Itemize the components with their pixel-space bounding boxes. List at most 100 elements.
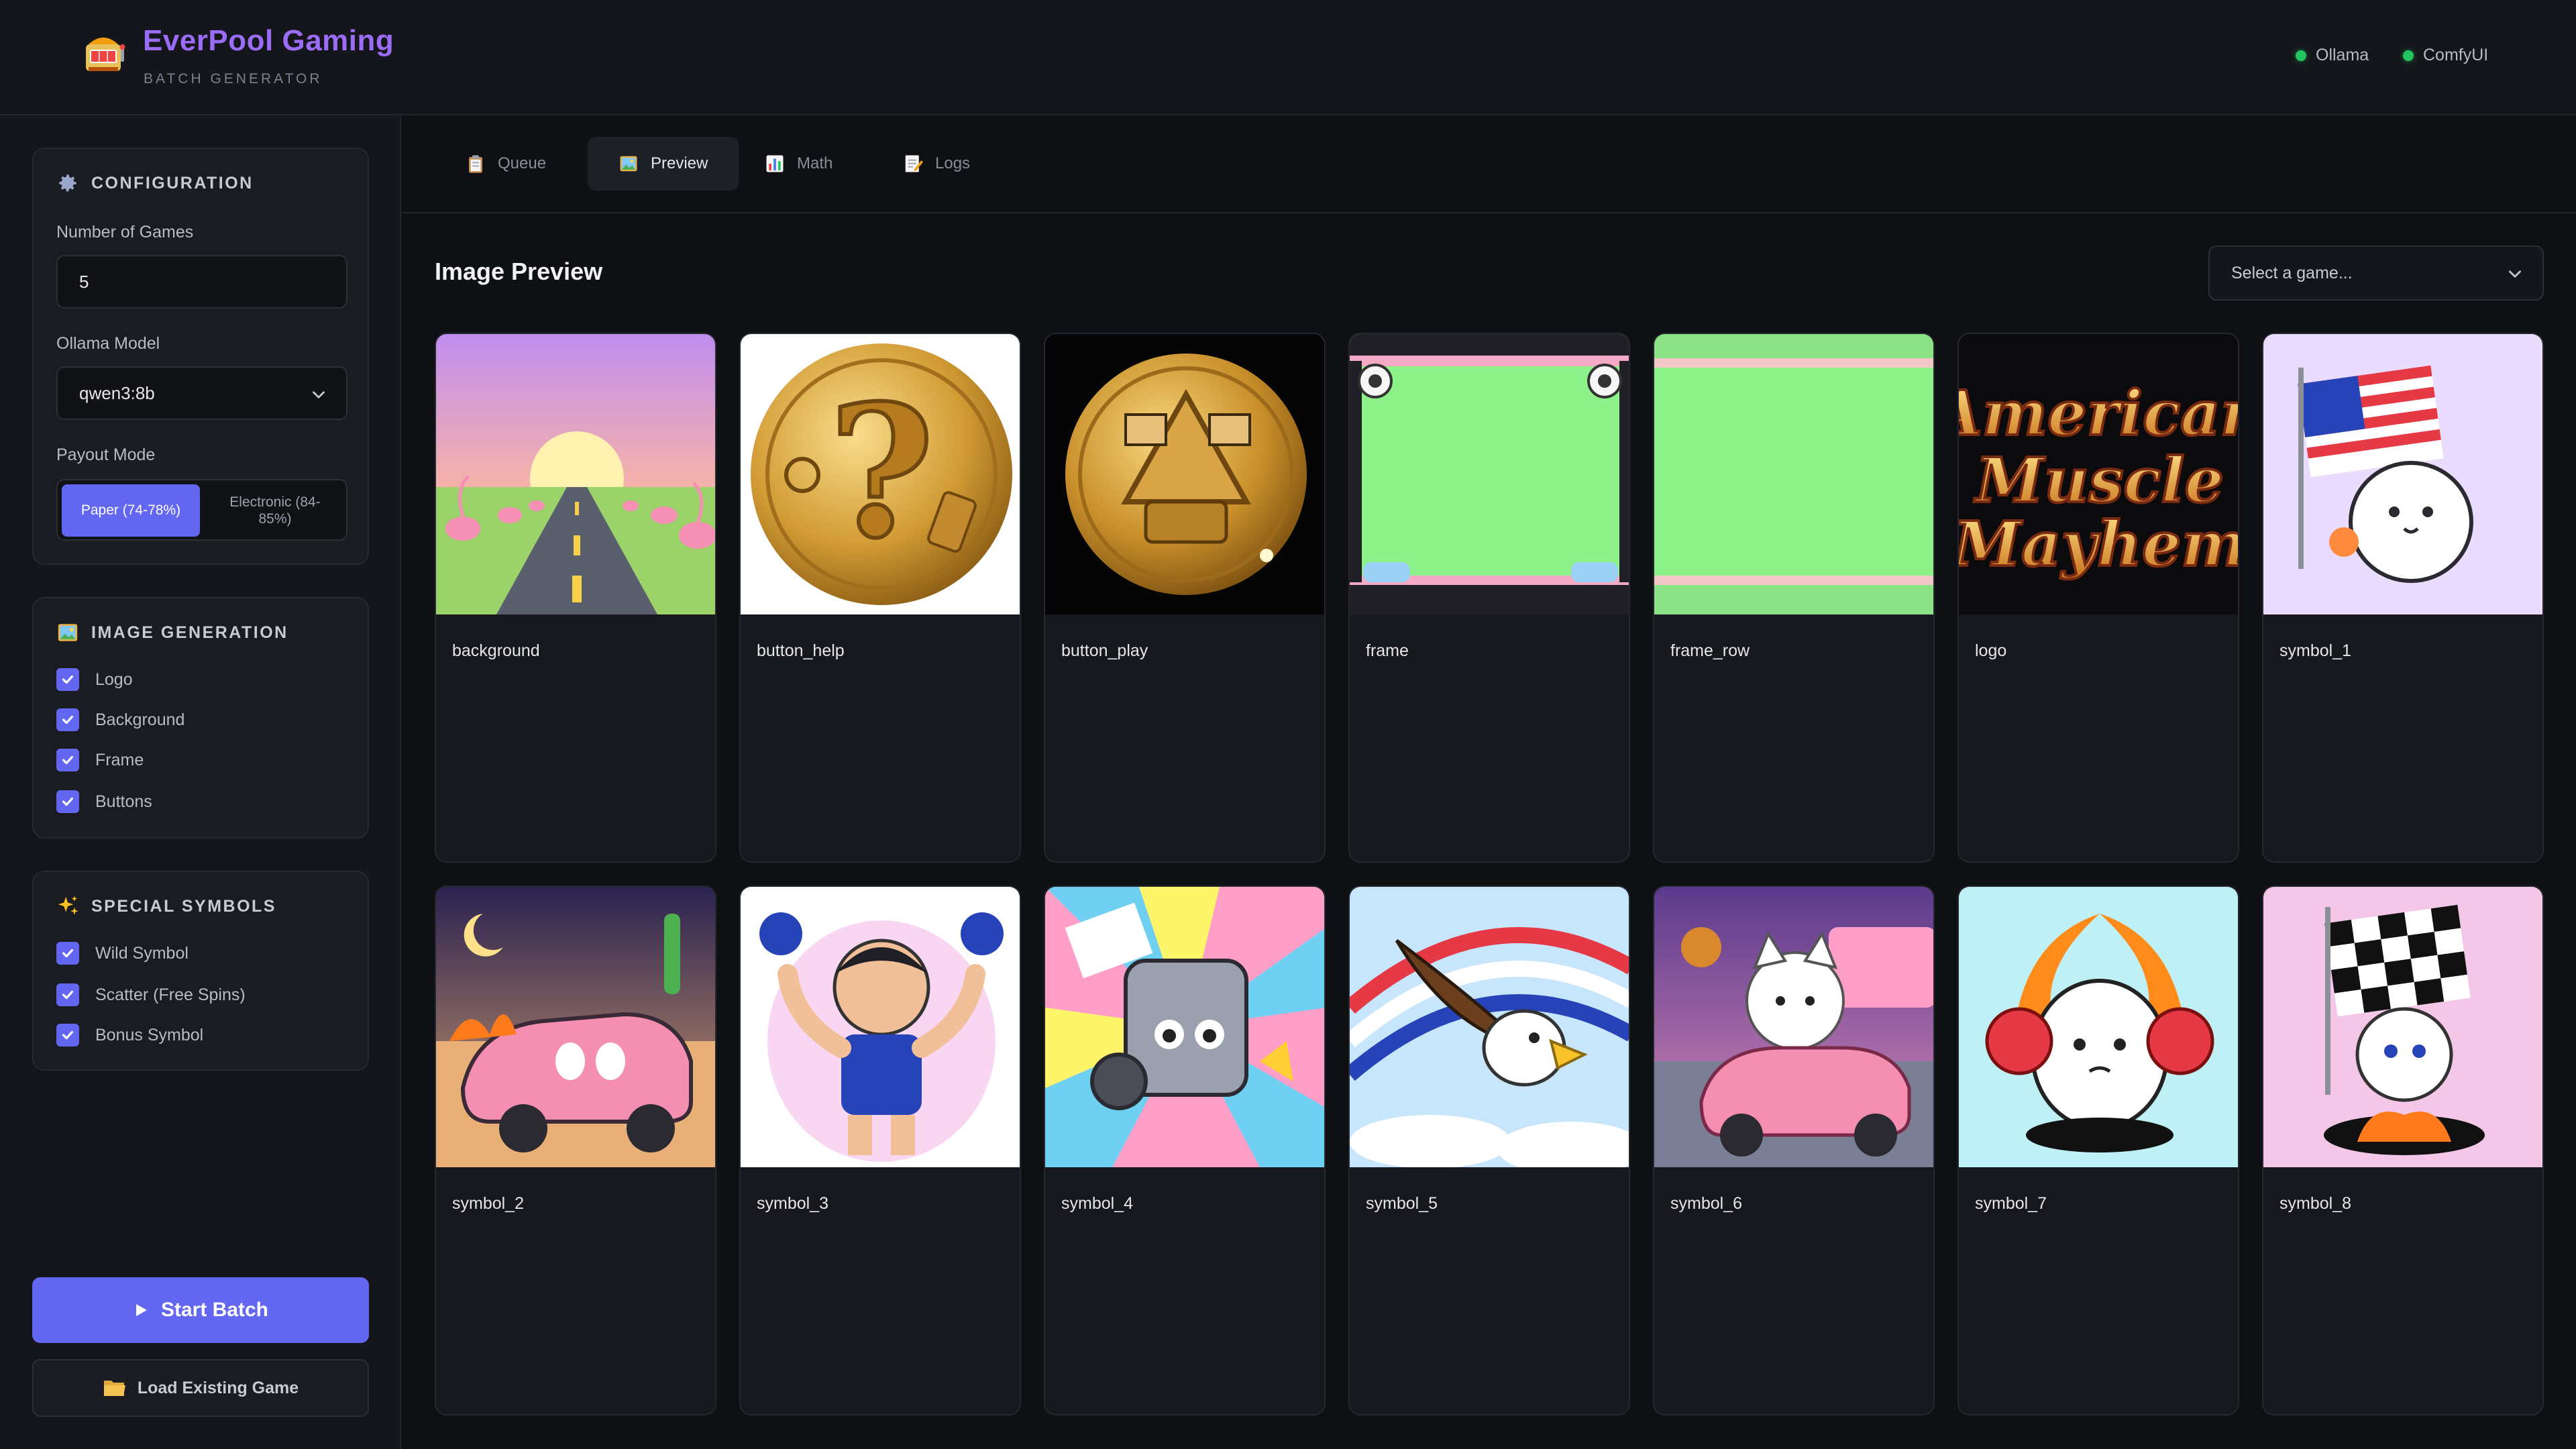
image-name: symbol_4 [1061, 1194, 1133, 1213]
image-name: background [452, 641, 540, 660]
status-ollama: Ollama [2296, 46, 2369, 65]
configuration-card: CONFIGURATION Number of Games 5 Ollama M… [32, 148, 369, 565]
checkbox-scatter[interactable]: Scatter (Free Spins) [56, 983, 246, 1006]
image-tile-background[interactable]: background [435, 333, 716, 863]
checkbox-label: Scatter (Free Spins) [95, 985, 246, 1004]
sidebar: CONFIGURATION Number of Games 5 Ollama M… [0, 115, 401, 1449]
checkbox-bonus-symbol[interactable]: Bonus Symbol [56, 1024, 203, 1046]
num-games-label: Number of Games [56, 223, 194, 241]
status-label: Ollama [2316, 46, 2369, 64]
image-tile-symbol-3[interactable]: symbol_3 [739, 885, 1021, 1415]
frame-row-image [1654, 334, 1933, 614]
tab-logs[interactable]: Logs [872, 137, 1001, 191]
image-tile-frame[interactable]: frame [1348, 333, 1630, 863]
image-tile-symbol-1[interactable]: symbol_1 [2262, 333, 2544, 863]
clipboard-icon [469, 155, 482, 173]
special-symbols-title-text: SPECIAL SYMBOLS [91, 896, 276, 916]
button-help-image: ? [741, 334, 1020, 614]
load-existing-game-label: Load Existing Game [137, 1378, 299, 1397]
image-name: button_play [1061, 641, 1148, 660]
image-name: symbol_2 [452, 1194, 524, 1213]
checkbox-checked-icon [56, 942, 79, 965]
model-label: Ollama Model [56, 334, 160, 353]
checkbox-logo[interactable]: Logo [56, 668, 133, 691]
checkbox-checked-icon [56, 749, 79, 771]
num-games-input[interactable]: 5 [56, 255, 347, 309]
picture-icon [58, 624, 78, 641]
background-image [436, 334, 715, 614]
brand-title: EverPool Gaming [143, 24, 394, 57]
image-name: frame_row [1670, 641, 1750, 660]
tab-label: Math [797, 154, 833, 172]
checkbox-checked-icon [56, 1024, 79, 1046]
image-tile-button-help[interactable]: ? button_help [739, 333, 1021, 863]
payout-paper-option[interactable]: Paper (74-78%) [62, 484, 200, 537]
tab-queue[interactable]: Queue [435, 137, 577, 191]
game-select[interactable]: Select a game... [2208, 246, 2544, 301]
image-tile-symbol-4[interactable]: symbol_4 [1044, 885, 1326, 1415]
image-tile-symbol-8[interactable]: symbol_8 [2262, 885, 2544, 1415]
status-comfyui: ComfyUI [2403, 46, 2488, 65]
tab-bar: Queue Preview Math Logs [402, 115, 2576, 213]
image-generation-title: IMAGE GENERATION [56, 621, 288, 644]
start-batch-label: Start Batch [160, 1299, 269, 1321]
gear-icon [59, 174, 76, 192]
symbol-3-image [741, 887, 1020, 1167]
logo-line-1: American [1959, 377, 2239, 449]
chevron-down-icon [2509, 270, 2521, 278]
image-name: symbol_3 [757, 1194, 828, 1213]
picture-icon [620, 156, 637, 172]
checkbox-label: Frame [95, 750, 144, 769]
image-tile-symbol-6[interactable]: symbol_6 [1653, 885, 1935, 1415]
slot-machine-icon [86, 38, 125, 71]
brand-subtitle: BATCH GENERATOR [144, 71, 323, 87]
image-name: frame [1366, 641, 1409, 660]
checkbox-checked-icon [56, 983, 79, 1006]
symbol-7-image [1959, 887, 2238, 1167]
image-tile-logo[interactable]: American Muscle Mayhem logo [1957, 333, 2239, 863]
configuration-title: CONFIGURATION [56, 172, 254, 195]
app-header: EverPool Gaming BATCH GENERATOR Ollama C… [0, 0, 2576, 115]
tab-label: Logs [935, 154, 971, 172]
payout-electronic-option[interactable]: Electronic (84-85%) [207, 484, 343, 537]
image-name: symbol_6 [1670, 1194, 1742, 1213]
image-name: logo [1975, 641, 2007, 660]
image-name: symbol_1 [2279, 641, 2351, 660]
image-tile-symbol-5[interactable]: symbol_5 [1348, 885, 1630, 1415]
status-dot [2296, 50, 2306, 61]
checkbox-background[interactable]: Background [56, 708, 184, 731]
symbol-4-image [1045, 887, 1324, 1167]
checkbox-label: Logo [95, 669, 133, 689]
status-dot [2403, 50, 2414, 61]
image-tile-symbol-2[interactable]: symbol_2 [435, 885, 716, 1415]
image-tile-frame-row[interactable]: frame_row [1653, 333, 1935, 863]
checkbox-label: Wild Symbol [95, 943, 189, 963]
checkbox-wild-symbol[interactable]: Wild Symbol [56, 942, 189, 965]
symbol-6-image [1654, 887, 1933, 1167]
checkbox-frame[interactable]: Frame [56, 749, 144, 771]
image-name: button_help [757, 641, 845, 660]
symbol-1-image [2263, 334, 2542, 614]
image-generation-card: IMAGE GENERATION Logo Background Frame B… [32, 597, 369, 839]
image-tile-button-play[interactable]: button_play [1044, 333, 1326, 863]
bar-chart-icon [766, 155, 784, 172]
symbol-5-image [1350, 887, 1629, 1167]
checkbox-buttons[interactable]: Buttons [56, 790, 152, 813]
tab-label: Preview [651, 154, 708, 172]
folder-icon [103, 1381, 125, 1396]
payout-mode-toggle: Paper (74-78%) Electronic (84-85%) [56, 479, 347, 541]
frame-image [1350, 334, 1629, 614]
tab-math[interactable]: Math [734, 137, 863, 191]
symbol-8-image [2263, 887, 2542, 1167]
configuration-title-text: CONFIGURATION [91, 173, 254, 193]
tab-preview[interactable]: Preview [588, 137, 739, 191]
checkbox-checked-icon [56, 668, 79, 691]
model-select[interactable]: qwen3:8b [56, 366, 347, 420]
payout-label: Payout Mode [56, 445, 156, 464]
load-existing-game-button[interactable]: Load Existing Game [32, 1359, 369, 1417]
image-tile-symbol-7[interactable]: symbol_7 [1957, 885, 2239, 1415]
start-batch-button[interactable]: Start Batch [32, 1277, 369, 1343]
button-play-image [1045, 334, 1324, 614]
symbol-2-image [436, 887, 715, 1167]
memo-icon [905, 155, 923, 172]
